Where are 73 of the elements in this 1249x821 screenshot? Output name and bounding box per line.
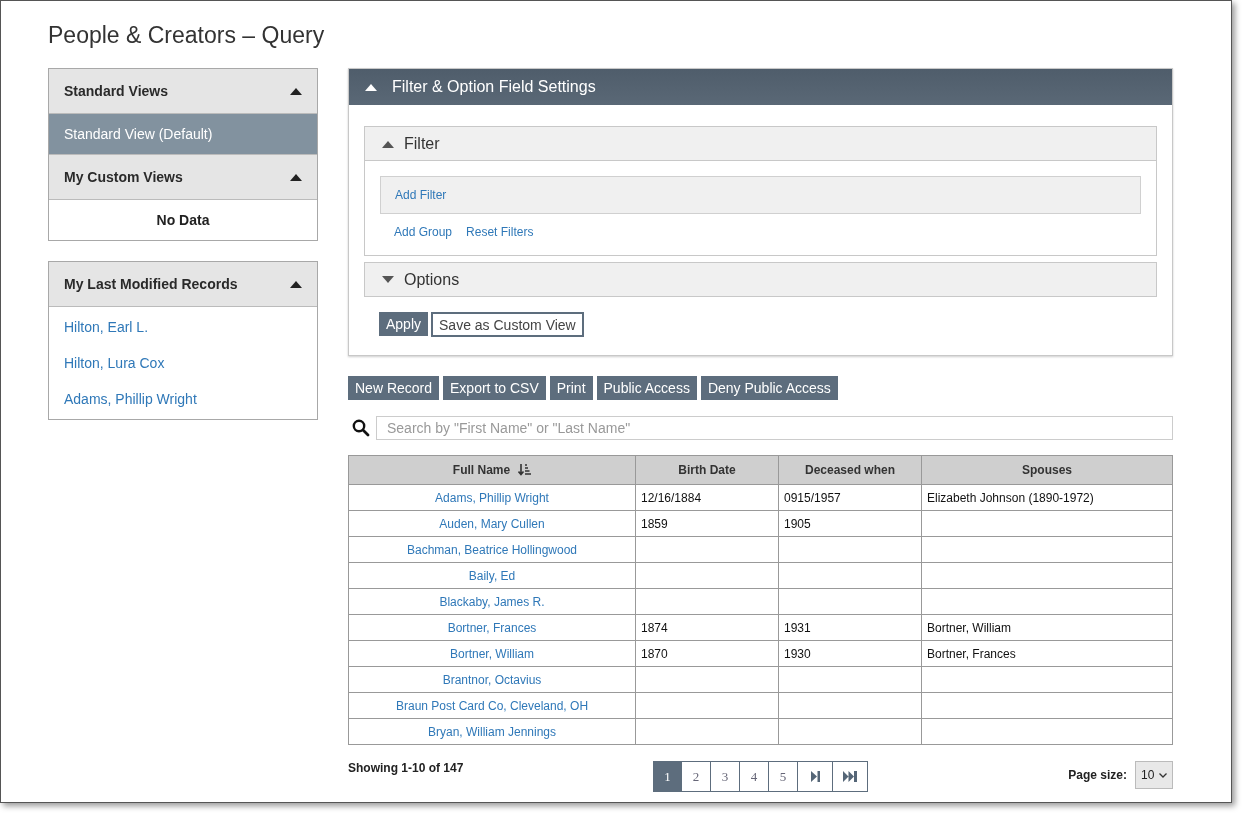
sort-icon[interactable] bbox=[518, 464, 532, 476]
column-label: Deceased when bbox=[804, 463, 895, 477]
options-header[interactable]: Options bbox=[365, 263, 1156, 296]
page-button[interactable]: 4 bbox=[740, 761, 769, 792]
next-page-button[interactable] bbox=[798, 761, 833, 792]
table-cell: 0915/1957 bbox=[784, 490, 841, 505]
table-cell: Bortner, Frances bbox=[927, 646, 1016, 661]
toolbar-button[interactable]: Print bbox=[549, 376, 593, 400]
toolbar-button[interactable]: New Record bbox=[348, 376, 440, 400]
record-count: Showing 1-10 of 147 bbox=[348, 761, 465, 775]
last-page-icon bbox=[843, 771, 857, 782]
table-cell: 1874 bbox=[641, 620, 668, 635]
settings-title: Filter & Option Field Settings bbox=[392, 78, 596, 96]
page-button[interactable]: 1 bbox=[653, 761, 682, 792]
filter-title: Filter bbox=[404, 134, 440, 153]
filter-header[interactable]: Filter bbox=[365, 127, 1156, 160]
last-page-button[interactable] bbox=[833, 761, 868, 792]
column-header[interactable]: Deceased when bbox=[778, 455, 922, 485]
empty-message: No Data bbox=[155, 211, 211, 230]
collapse-arrow-icon[interactable] bbox=[365, 83, 377, 91]
table-cell: Bortner, William bbox=[927, 620, 1012, 635]
table-cell: 1859 bbox=[641, 516, 668, 531]
page-size-select[interactable]: 10 bbox=[1135, 761, 1173, 789]
table-cell: 1870 bbox=[641, 646, 668, 661]
toolbar-button[interactable]: Export to CSV bbox=[443, 376, 546, 400]
page-title: People & Creators – Query bbox=[48, 21, 326, 50]
page-button[interactable]: 5 bbox=[769, 761, 798, 792]
column-label: Birth Date bbox=[678, 463, 736, 477]
column-label: Spouses bbox=[1022, 463, 1072, 477]
search-icon bbox=[352, 419, 370, 437]
options-title: Options bbox=[404, 270, 460, 289]
table-cell: Elizabeth Johnson (1890-1972) bbox=[927, 490, 1094, 505]
table-cell: 1905 bbox=[784, 516, 811, 531]
collapse-arrow-icon[interactable] bbox=[290, 280, 302, 288]
table-cell: 1930 bbox=[784, 646, 811, 661]
collapse-arrow-icon[interactable] bbox=[290, 87, 302, 95]
table-cell: 1931 bbox=[784, 620, 811, 635]
collapse-arrow-icon[interactable] bbox=[382, 139, 394, 148]
toolbar-button[interactable]: Deny Public Access bbox=[700, 376, 838, 400]
filter-link[interactable]: Add Group bbox=[394, 225, 453, 239]
page-button[interactable]: 2 bbox=[682, 761, 711, 792]
page-size-label: Page size: bbox=[1068, 768, 1127, 782]
collapse-arrow-icon[interactable] bbox=[290, 173, 302, 181]
section-title: My Custom Views bbox=[64, 169, 183, 185]
column-header[interactable]: Full Name bbox=[348, 455, 636, 485]
table-cell: 12/16/1884 bbox=[641, 490, 702, 505]
name-link[interactable]: Bortner, William bbox=[450, 646, 534, 661]
apply-button[interactable]: Apply bbox=[379, 312, 429, 336]
filter-link[interactable]: Reset Filters bbox=[466, 225, 534, 239]
section-title: My Last Modified Records bbox=[64, 276, 238, 292]
section-header[interactable]: Standard Views bbox=[49, 69, 317, 114]
settings-header[interactable]: Filter & Option Field Settings bbox=[349, 69, 1172, 105]
section-header[interactable]: My Last Modified Records bbox=[49, 262, 317, 307]
next-page-icon bbox=[810, 771, 820, 782]
name-link[interactable]: Bortner, Frances bbox=[447, 620, 537, 635]
name-link[interactable]: Brantnor, Octavius bbox=[442, 672, 542, 687]
add-filter-link[interactable]: Add Filter bbox=[395, 188, 447, 202]
column-label: Full Name bbox=[452, 463, 511, 477]
column-header[interactable]: Spouses bbox=[921, 455, 1173, 485]
expand-arrow-icon[interactable] bbox=[382, 275, 394, 284]
toolbar-button[interactable]: Public Access bbox=[596, 376, 697, 400]
record-link[interactable]: Hilton, Lura Cox bbox=[64, 355, 302, 371]
record-link[interactable]: Adams, Phillip Wright bbox=[64, 391, 302, 407]
view-item[interactable]: Standard View (Default) bbox=[49, 114, 317, 155]
chevron-down-icon bbox=[1159, 772, 1167, 778]
section-header[interactable]: My Custom Views bbox=[49, 155, 317, 200]
page-button[interactable]: 3 bbox=[711, 761, 740, 792]
section-title: Standard Views bbox=[64, 83, 168, 99]
name-link[interactable]: Baily, Ed bbox=[468, 568, 516, 583]
search-field[interactable]: Search by "First Name" or "Last Name" bbox=[376, 416, 1173, 440]
column-header[interactable]: Birth Date bbox=[635, 455, 779, 485]
save-view-button[interactable]: Save as Custom View bbox=[431, 312, 584, 337]
record-link[interactable]: Hilton, Earl L. bbox=[64, 319, 302, 335]
